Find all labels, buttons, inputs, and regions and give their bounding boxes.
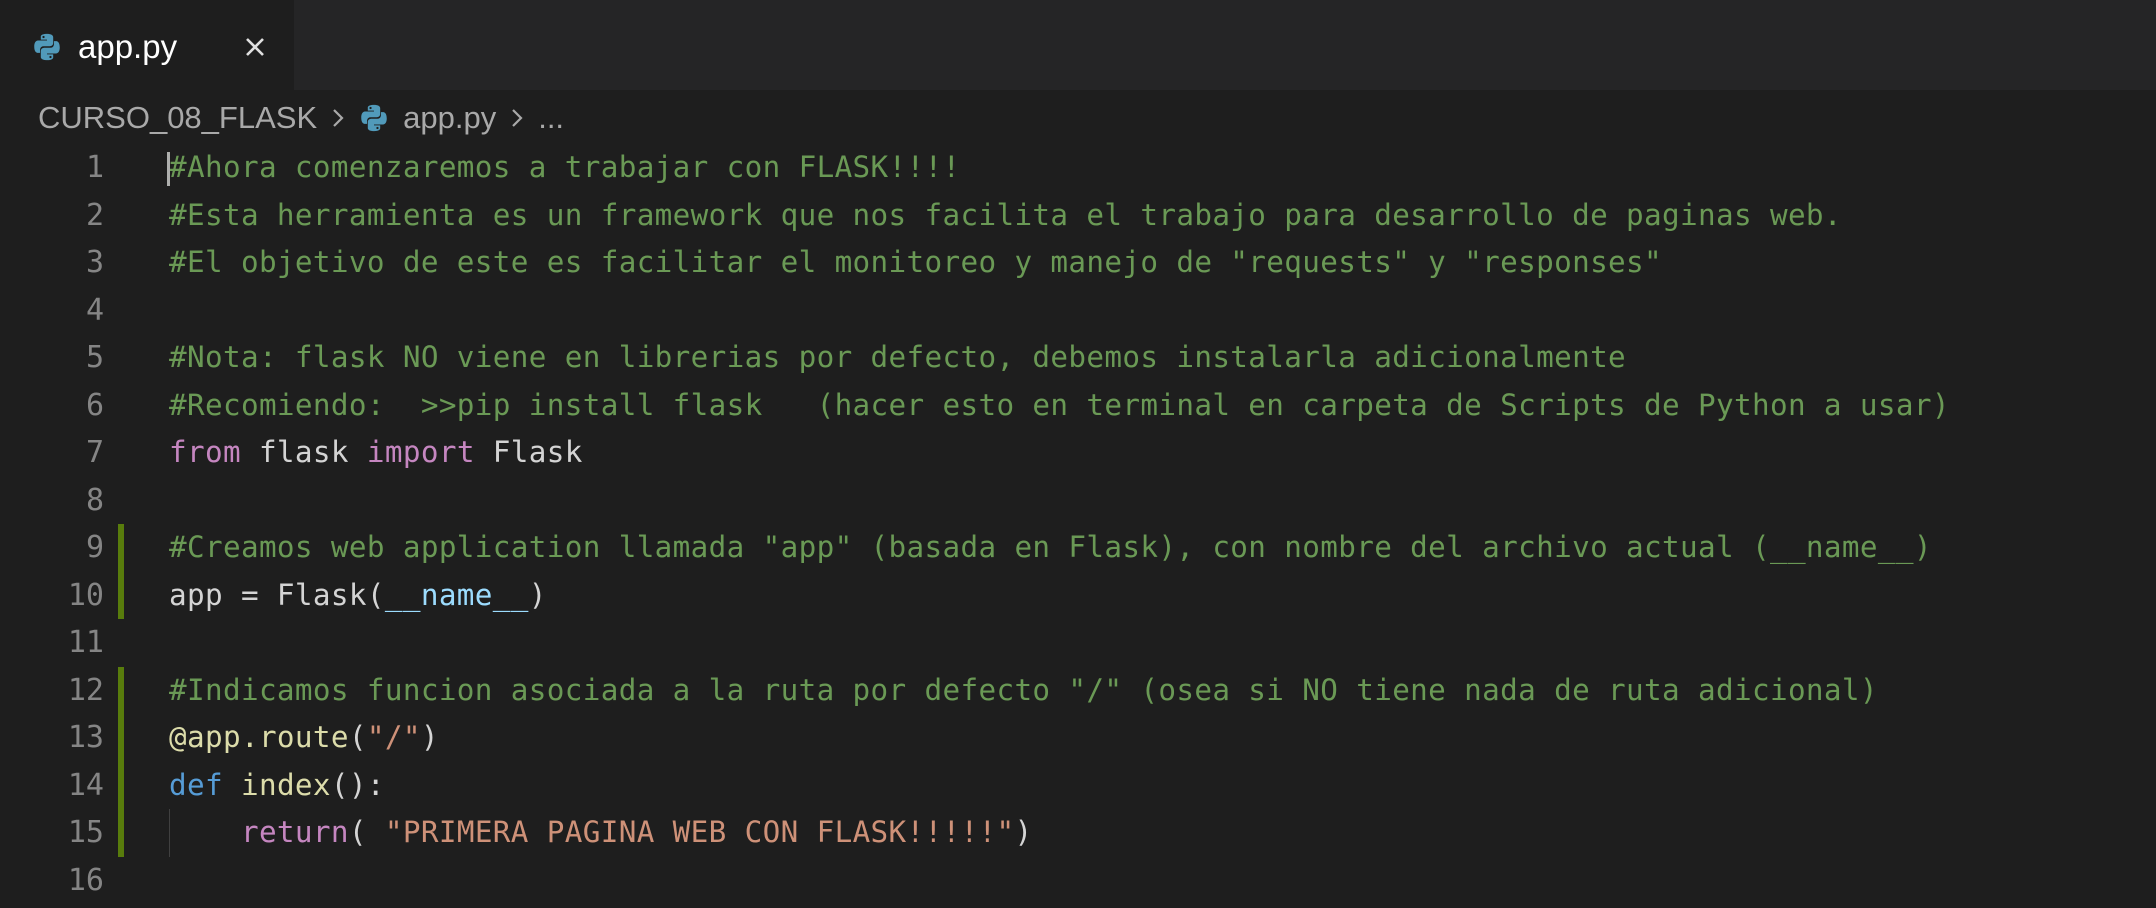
code-line[interactable]: 8 — [0, 477, 2156, 525]
code-token-func: index — [240, 767, 331, 802]
code-token-comment: #Indicamos funcion asociada a la ruta po… — [169, 672, 1878, 707]
line-number: 4 — [85, 292, 104, 328]
code-line[interactable]: 3 #El objetivo de este es facilitar el mo… — [0, 239, 2156, 287]
code-token-var: __name__ — [384, 577, 529, 612]
line-number: 5 — [85, 340, 104, 375]
line-number: 3 — [85, 245, 104, 280]
tab-label: app.py — [78, 28, 178, 65]
code-token-func: @app.route — [169, 720, 349, 754]
modified-line-indicator[interactable] — [118, 809, 124, 857]
python-icon — [361, 104, 387, 132]
code-token-plain: ( — [348, 815, 385, 849]
code-token-plain: app = Flask( — [169, 577, 385, 612]
tab-app-py[interactable]: app.py — [0, 0, 294, 90]
line-number: 7 — [85, 435, 104, 470]
indent-guide — [169, 809, 170, 857]
code-token-plain: flask — [240, 435, 367, 469]
chevron-right-icon — [333, 109, 344, 127]
code-text: #Creamos web application llamada "app" (… — [169, 524, 1932, 572]
code-line[interactable]: 9 #Creamos web application llamada "app" … — [0, 524, 2156, 572]
line-number: 12 — [67, 672, 104, 708]
python-icon — [34, 33, 60, 61]
line-number: 9 — [85, 530, 104, 565]
modified-line-indicator[interactable] — [118, 714, 124, 762]
line-number: 14 — [67, 767, 104, 803]
code-token-comment: #Creamos web application llamada "app" (… — [169, 530, 1932, 564]
code-token-plain: (): — [330, 767, 385, 802]
text-cursor — [167, 152, 170, 186]
code-text: #Recomiendo: >>pip install flask (hacer … — [169, 382, 1950, 430]
line-number: 13 — [67, 720, 104, 755]
code-token-keyword: return — [240, 815, 349, 849]
code-token-plain: ) — [420, 720, 439, 754]
line-number: 6 — [85, 387, 104, 423]
code-line[interactable]: 5 #Nota: flask NO viene en librerias por … — [0, 334, 2156, 382]
chevron-right-icon — [512, 109, 523, 127]
breadcrumb: CURSO_08_FLASK app.py ... — [38, 94, 564, 142]
code-line[interactable]: 2 #Esta herramienta es un framework que n… — [0, 192, 2156, 240]
code-token-comment: #Recomiendo: >>pip install flask (hacer … — [169, 387, 1950, 422]
code-token-plain: ( — [348, 720, 367, 754]
code-text: return( "PRIMERA PAGINA WEB CON FLASK!!!… — [169, 809, 1032, 857]
code-text: def index(): — [169, 762, 385, 810]
code-token-comment: #Nota: flask NO viene en librerias por d… — [169, 340, 1627, 374]
modified-line-indicator[interactable] — [118, 571, 124, 619]
code-text: #Indicamos funcion asociada a la ruta po… — [169, 667, 1878, 715]
code-token-def: def — [169, 767, 223, 802]
modified-line-indicator[interactable] — [118, 761, 124, 809]
code-text: #Ahora comenzaremos a trabajar con FLASK… — [169, 144, 960, 192]
code-line[interactable]: 16 — [0, 857, 2156, 905]
tab-bar: app.py — [0, 0, 2156, 90]
code-line[interactable]: 13 @app.route("/") — [0, 714, 2156, 762]
modified-line-indicator[interactable] — [118, 524, 124, 572]
code-token-comment: #El objetivo de este es facilitar el mon… — [169, 245, 1663, 279]
code-token-plain: ) — [1014, 815, 1033, 849]
breadcrumb-file-label: app.py — [403, 100, 497, 135]
code-editor[interactable]: 1 #Ahora comenzaremos a trabajar con FLAS… — [0, 144, 2156, 908]
line-number: 2 — [85, 197, 104, 233]
code-text: app = Flask(__name__) — [169, 572, 547, 620]
line-number: 8 — [85, 482, 104, 518]
breadcrumb-symbols[interactable]: ... — [538, 100, 564, 136]
code-text: from flask import Flask — [169, 429, 583, 477]
line-number: 16 — [67, 862, 104, 898]
code-line[interactable]: 4 — [0, 287, 2156, 335]
code-token-keyword: import — [366, 435, 475, 469]
code-line[interactable]: 1 #Ahora comenzaremos a trabajar con FLAS… — [0, 144, 2156, 192]
code-text: #Esta herramienta es un framework que no… — [169, 192, 1842, 240]
code-line[interactable]: 15 return( "PRIMERA PAGINA WEB CON FLASK… — [0, 809, 2156, 857]
code-token-comment: #Esta herramienta es un framework que no… — [169, 197, 1842, 232]
close-icon[interactable] — [238, 30, 272, 64]
code-line[interactable]: 12 #Indicamos funcion asociada a la ruta … — [0, 666, 2156, 715]
code-text: #Nota: flask NO viene en librerias por d… — [169, 334, 1626, 382]
code-line[interactable]: 6 #Recomiendo: >>pip install flask (hacer… — [0, 382, 2156, 430]
breadcrumb-folder[interactable]: CURSO_08_FLASK — [38, 100, 317, 136]
code-token-string: "PRIMERA PAGINA WEB CON FLASK!!!!!" — [384, 815, 1015, 849]
line-number: 1 — [85, 150, 104, 185]
code-token-plain: Flask — [474, 435, 583, 469]
code-token-keyword: from — [169, 435, 241, 469]
code-line[interactable]: 11 — [0, 619, 2156, 667]
code-token-plain: ) — [528, 577, 547, 612]
code-line[interactable]: 10 app = Flask(__name__) — [0, 571, 2156, 620]
code-line[interactable]: 7 from flask import Flask — [0, 429, 2156, 477]
modified-line-indicator[interactable] — [118, 666, 124, 714]
breadcrumb-file[interactable]: app.py — [359, 100, 496, 136]
line-number: 11 — [67, 625, 104, 660]
code-token-comment: #Ahora comenzaremos a trabajar con FLASK… — [169, 150, 961, 184]
line-number: 15 — [67, 815, 104, 850]
code-text: #El objetivo de este es facilitar el mon… — [169, 239, 1662, 287]
code-token-string: "/" — [366, 720, 421, 754]
code-text: @app.route("/") — [169, 714, 439, 762]
line-number: 10 — [67, 577, 104, 613]
code-line[interactable]: 14 def index(): — [0, 761, 2156, 810]
